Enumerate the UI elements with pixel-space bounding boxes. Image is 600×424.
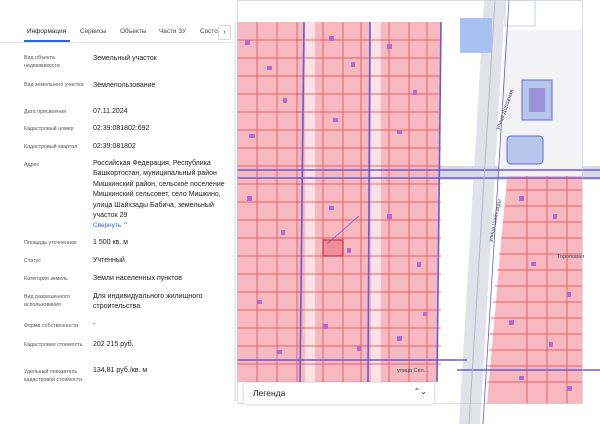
show-less-link[interactable]: Свернуть ⌃ — [93, 221, 128, 229]
field-value-assignment-date: 07.11.2024 — [93, 108, 128, 115]
field-label-land-category: Категория земель — [24, 276, 68, 282]
field-label-cadastral-number: Кадастровый номер — [24, 126, 74, 132]
building-outline-top — [504, 0, 536, 27]
chevron-updown-icon: ⌃⌄ — [413, 387, 427, 396]
field-label-assignment-date: Дата присвоения — [24, 109, 67, 115]
field-value-unit-value: 134,81 руб./кв. м — [93, 367, 148, 374]
field-value-address: Российская Федерация, Республика Башкорт… — [93, 160, 225, 220]
field-value-land-category: Земли населенных пунктов — [93, 275, 183, 282]
field-label-permitted-use: Вид разрешенного использования — [24, 294, 70, 308]
field-value-area: 1 500 кв. м — [93, 239, 128, 246]
building-inner — [529, 88, 545, 112]
field-value-object-type: Земельный участок — [93, 55, 157, 62]
field-label-unit-value: Удельный показатель кадастровой стоимост… — [24, 369, 83, 383]
tabs-scroll-right-icon[interactable]: › — [218, 25, 231, 40]
field-value-permitted-use: Для индивидуального жилищного строительс… — [93, 293, 203, 311]
panel-scrollbar[interactable] — [234, 22, 236, 402]
cadastral-map[interactable]: улица Дорожная улица Шайхзады Тороповая … — [237, 0, 600, 424]
field-label-land-type: Вид земельного участка — [24, 82, 84, 88]
field-value-cadastral-quarter[interactable]: 02:39:081802 — [93, 142, 228, 152]
tab-land-parts[interactable]: Части ЗУ — [159, 28, 186, 35]
street-label-toropovaya: Тороповая — [557, 254, 584, 260]
field-value-cadastral-number[interactable]: 02:39:081802:692 — [93, 124, 228, 134]
tab-services[interactable]: Сервисы — [80, 28, 106, 35]
legend-dropdown[interactable]: Легенда ⌃⌄ — [244, 383, 434, 404]
show-less-label: Свернуть — [93, 222, 122, 229]
field-value-land-type: Землепользование — [93, 82, 156, 89]
map-canvas[interactable]: улица Дорожная улица Шайхзады Тороповая … — [237, 0, 600, 424]
legend-label: Легенда — [253, 388, 286, 398]
field-label-cadastral-value: Кадастровая стоимость — [24, 342, 83, 348]
field-label-area: Площадь уточненная — [24, 240, 77, 246]
field-value-status: Учтенный — [93, 257, 125, 264]
field-value-ownership-form: - — [93, 321, 96, 328]
street-label-sel: улица Сел… — [397, 368, 429, 374]
chevron-up-icon: ⌃ — [122, 222, 129, 229]
field-label-cadastral-quarter: Кадастровый квартал — [24, 144, 78, 150]
selected-parcel[interactable] — [322, 239, 344, 257]
tab-objects[interactable]: Объекты — [120, 28, 146, 35]
tab-information[interactable]: Информация — [27, 28, 66, 35]
field-label-ownership-form: Форма собственности — [24, 323, 79, 329]
building-rounded — [506, 135, 544, 165]
field-label-status: Статус — [24, 258, 41, 264]
info-panel: Информация Сервисы Объекты Части ЗУ Сост… — [0, 0, 236, 424]
field-label-address: Адрес — [24, 162, 40, 168]
field-label-object-type: Вид объекта недвижимости — [24, 55, 60, 69]
water-area — [460, 18, 492, 53]
tab-bar: Информация Сервисы Объекты Части ЗУ Сост… — [0, 22, 236, 43]
field-value-cadastral-value: 202 215 руб. — [93, 341, 134, 348]
active-tab-indicator — [24, 40, 70, 42]
